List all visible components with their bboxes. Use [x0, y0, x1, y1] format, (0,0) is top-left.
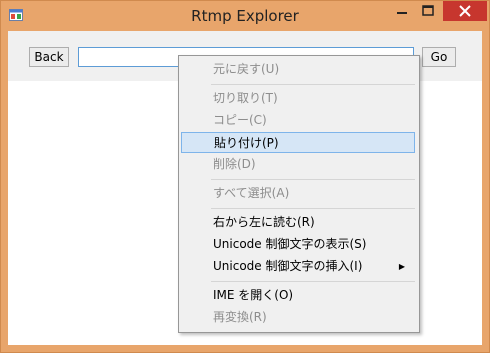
menu-item-delete[interactable]: 削除(D) [181, 154, 415, 175]
menu-item-label: 元に戻す(U) [213, 62, 280, 76]
menu-item-undo[interactable]: 元に戻す(U) [181, 59, 415, 80]
menu-item-paste[interactable]: 貼り付け(P) [181, 132, 415, 153]
menu-item-copy[interactable]: コピー(C) [181, 110, 415, 131]
menu-item-label: コピー(C) [213, 113, 267, 127]
maximize-icon[interactable] [415, 1, 441, 21]
menu-item-label: 削除(D) [213, 157, 256, 171]
menu-item-label: すべて選択(A) [213, 186, 290, 200]
menu-separator [211, 179, 415, 180]
menu-item-show-unicode[interactable]: Unicode 制御文字の表示(S) [181, 234, 415, 255]
menu-separator [211, 281, 415, 282]
title-bar[interactable]: Rtmp Explorer [1, 1, 489, 31]
menu-item-rtl[interactable]: 右から左に読む(R) [181, 212, 415, 233]
close-icon[interactable] [443, 1, 487, 21]
menu-item-label: Unicode 制御文字の表示(S) [213, 237, 367, 251]
menu-item-cut[interactable]: 切り取り(T) [181, 88, 415, 109]
menu-item-reconvert[interactable]: 再変換(R) [181, 307, 415, 328]
back-button[interactable]: Back [29, 47, 69, 67]
menu-item-label: 貼り付け(P) [214, 136, 279, 150]
submenu-arrow-icon: ▶ [398, 262, 405, 271]
menu-separator [211, 208, 415, 209]
menu-separator [211, 84, 415, 85]
menu-item-open-ime[interactable]: IME を開く(O) [181, 285, 415, 306]
context-menu: 元に戻す(U) 切り取り(T) コピー(C) 貼り付け(P) 削除(D) すべて… [178, 55, 420, 333]
menu-item-label: 右から左に読む(R) [213, 215, 315, 229]
menu-item-select-all[interactable]: すべて選択(A) [181, 183, 415, 204]
menu-item-insert-unicode[interactable]: Unicode 制御文字の挿入(I) ▶ [181, 256, 415, 277]
menu-item-label: IME を開く(O) [213, 288, 294, 302]
minimize-icon[interactable] [389, 1, 415, 21]
go-button[interactable]: Go [422, 47, 456, 67]
menu-item-label: 切り取り(T) [213, 91, 278, 105]
menu-item-label: 再変換(R) [213, 310, 267, 324]
menu-item-label: Unicode 制御文字の挿入(I) [213, 259, 363, 273]
